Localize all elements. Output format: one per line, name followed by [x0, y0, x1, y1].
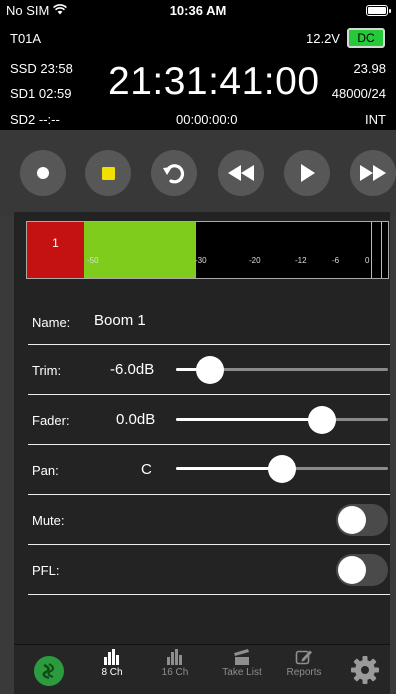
slider-knob[interactable]	[308, 406, 336, 434]
fast-forward-button[interactable]	[350, 150, 396, 196]
tab-label: Take List	[222, 667, 262, 678]
level-meter: 1 -50 -30 -20 -12 -6 0	[26, 221, 389, 279]
tab-reports[interactable]: Reports	[274, 649, 334, 678]
play-icon	[301, 164, 315, 182]
name-label: Name:	[32, 315, 71, 330]
stop-icon	[101, 166, 115, 180]
trim-label: Trim:	[32, 363, 62, 378]
voltage: 12.2V	[306, 31, 340, 46]
fast-forward-icon	[360, 165, 386, 181]
meter-scale-label: -20	[249, 256, 261, 265]
tab-8ch[interactable]: 8 Ch	[82, 649, 142, 678]
clock: 10:36 AM	[169, 3, 227, 18]
mute-toggle[interactable]	[336, 504, 388, 536]
app-logo-button[interactable]	[34, 656, 64, 686]
record-button[interactable]	[20, 150, 66, 196]
meter-channel-button[interactable]: 1	[27, 222, 84, 278]
pan-label: Pan:	[32, 463, 59, 478]
pfl-row: PFL:	[28, 545, 390, 595]
ssd-remaining: SSD 23:58	[10, 61, 73, 76]
slider-knob[interactable]	[268, 455, 296, 483]
gear-icon	[351, 656, 379, 684]
tab-take-list[interactable]: Take List	[212, 649, 272, 678]
tab-label: Reports	[286, 667, 322, 678]
sd1-remaining: SD1 02:59	[10, 86, 72, 101]
play-button[interactable]	[284, 150, 330, 196]
meter-peak-line	[371, 222, 372, 278]
timecode-source: INT	[365, 112, 386, 127]
battery-icon	[366, 5, 391, 16]
bar-chart-icon	[167, 649, 182, 665]
trim-slider[interactable]	[176, 355, 388, 385]
fader-label: Fader:	[32, 413, 70, 428]
tab-label: 16 Ch	[161, 667, 189, 678]
meter-scale-label: -30	[195, 256, 207, 265]
meter-level-bar	[84, 222, 196, 278]
sample-rate: 48000/24	[331, 86, 386, 101]
rewind-icon	[228, 165, 254, 181]
tab-bar: 8 Ch 16 Ch Take List Reports	[14, 644, 390, 694]
pfl-label: PFL:	[32, 563, 60, 578]
rewind-button[interactable]	[218, 150, 264, 196]
name-row: Name: Boom 1	[28, 296, 390, 345]
fader-row: Fader: 0.0dB	[28, 395, 390, 445]
sd2-remaining: SD2 --:--	[10, 112, 60, 127]
toggle-knob	[338, 506, 366, 534]
pan-value: C	[141, 461, 152, 478]
fader-value: 0.0dB	[116, 411, 156, 428]
take-name: T01A	[10, 31, 42, 46]
mute-row: Mute:	[28, 495, 390, 545]
elapsed-time: 00:00:00:0	[176, 112, 238, 127]
slider-knob[interactable]	[196, 356, 224, 384]
app-logo-icon	[42, 663, 55, 680]
status-bar: No SIM 10:36 AM	[0, 0, 396, 22]
trim-value: -6.0dB	[110, 361, 155, 378]
meter-scale-label: -50	[87, 256, 99, 265]
power-badge: DC	[347, 28, 385, 48]
pan-row: Pan: C	[28, 445, 390, 495]
trim-row: Trim: -6.0dB	[28, 345, 390, 395]
meter-scale-label: -6	[332, 256, 340, 265]
meter-scale-label: 0	[365, 256, 370, 265]
record-icon	[37, 167, 49, 179]
fader-slider[interactable]	[176, 405, 388, 435]
meter-scale-label: -12	[295, 256, 307, 265]
transport-bar	[0, 130, 396, 216]
pan-slider[interactable]	[176, 454, 388, 484]
slider-fill	[176, 467, 282, 470]
toggle-knob	[338, 556, 366, 584]
settings-button[interactable]	[350, 655, 380, 690]
clapperboard-icon	[234, 649, 249, 665]
frame-rate: 23.98	[353, 61, 386, 76]
pfl-toggle[interactable]	[336, 554, 388, 586]
bar-chart-icon	[104, 649, 119, 665]
timecode-display: 21:31:41:00	[108, 60, 320, 103]
repeat-icon	[163, 164, 185, 184]
channel-panel: 1 -50 -30 -20 -12 -6 0 Name: Boom 1 Trim…	[14, 212, 390, 644]
channel-name-field[interactable]: Boom 1	[94, 312, 146, 329]
timecode-panel: T01A 12.2V DC SSD 23:58 SD1 02:59 SD2 --…	[0, 22, 396, 130]
meter-channel-number: 1	[52, 236, 59, 250]
meter-peak-line	[381, 222, 382, 278]
stop-button[interactable]	[85, 150, 131, 196]
edit-icon	[295, 650, 312, 665]
mute-label: Mute:	[32, 513, 65, 528]
tab-label: 8 Ch	[101, 667, 123, 678]
tab-16ch[interactable]: 16 Ch	[145, 649, 205, 678]
repeat-button[interactable]	[151, 150, 197, 196]
slider-fill	[176, 418, 322, 421]
